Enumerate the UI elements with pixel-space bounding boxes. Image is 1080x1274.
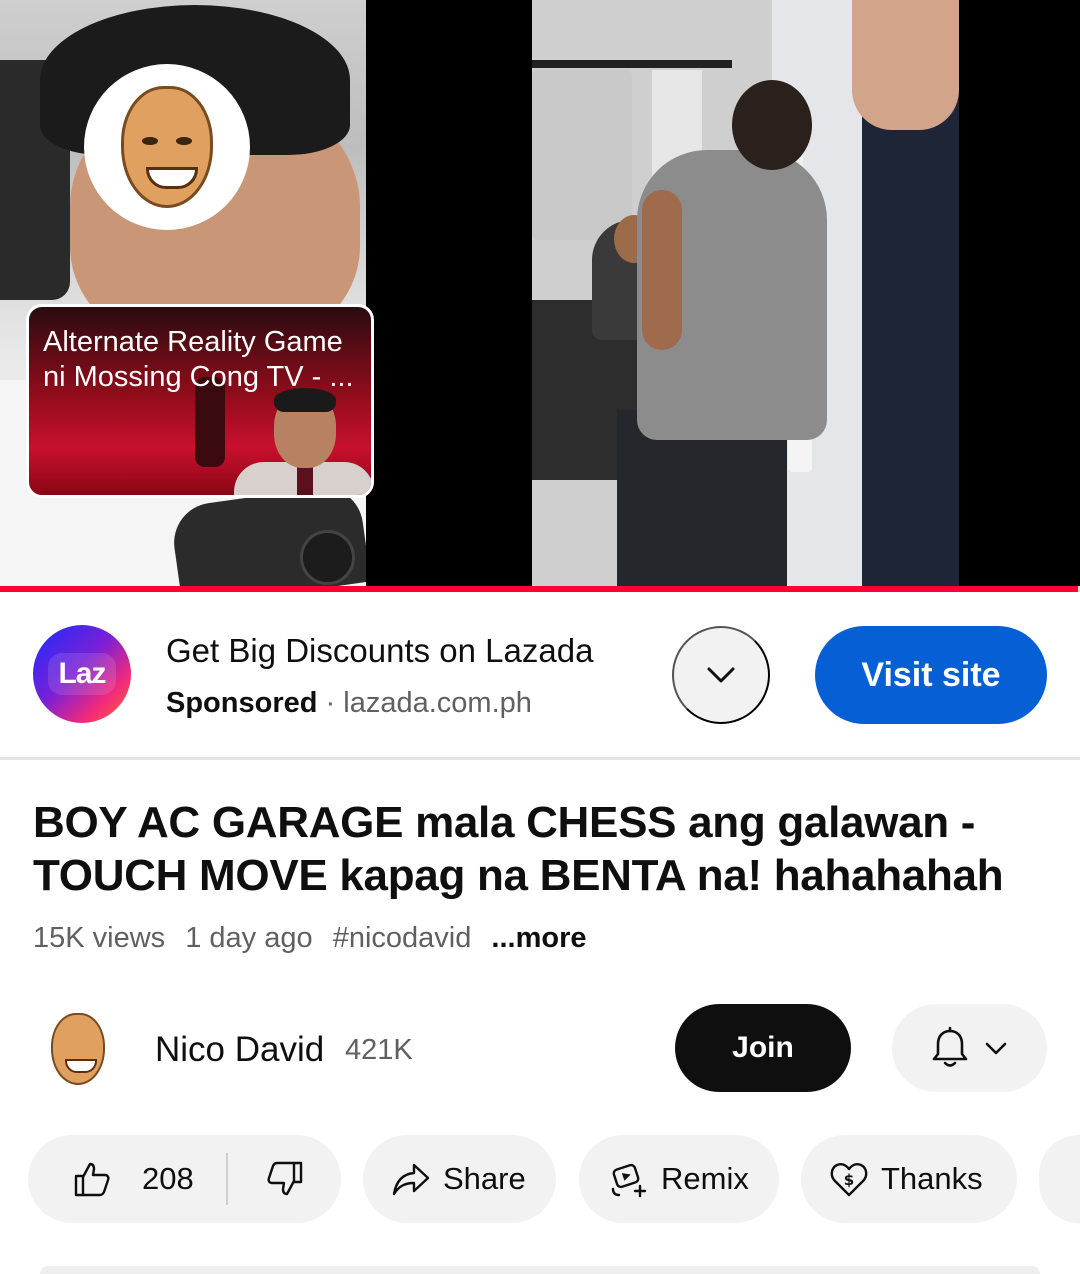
dislike-button[interactable]: [228, 1135, 341, 1223]
advertiser-logo[interactable]: Laz: [33, 625, 131, 723]
more-actions-chip[interactable]: [1039, 1135, 1080, 1223]
advertiser-logo-text: Laz: [48, 653, 116, 695]
svg-text:$: $: [844, 1171, 854, 1189]
channel-watermark-logo[interactable]: [84, 64, 250, 230]
join-button[interactable]: Join: [675, 1004, 851, 1092]
upload-age: 1 day ago: [185, 922, 313, 954]
chevron-down-icon: [707, 667, 735, 683]
thanks-label: Thanks: [881, 1161, 983, 1196]
ad-domain: lazada.com.ph: [343, 687, 532, 719]
thumbs-up-icon: [74, 1162, 110, 1197]
progress-fill: [0, 586, 1078, 592]
like-button[interactable]: 208: [28, 1135, 226, 1223]
share-button[interactable]: Share: [363, 1135, 556, 1223]
section-divider: [0, 757, 1080, 760]
sponsored-label: Sponsored: [166, 687, 318, 719]
more-description-link[interactable]: ...more: [491, 922, 586, 954]
end-card-title: Alternate Reality Game ni Mossing Cong T…: [43, 326, 354, 393]
share-label: Share: [443, 1161, 526, 1196]
view-count: 15K views: [33, 922, 166, 954]
comments-section-edge: [40, 1266, 1040, 1274]
video-scene: [532, 0, 959, 586]
end-screen-video-card[interactable]: Alternate Reality Game ni Mossing Cong T…: [26, 304, 374, 498]
share-arrow-icon: [392, 1163, 430, 1196]
sponsored-ad-row[interactable]: Laz Get Big Discounts on Lazada Sponsore…: [0, 598, 1080, 756]
channel-name[interactable]: Nico David: [155, 1030, 324, 1070]
meta-separator: ·: [325, 687, 336, 719]
chevron-down-icon: [985, 1042, 1006, 1055]
like-dislike-chip: 208: [28, 1135, 341, 1223]
remix-icon: [611, 1163, 647, 1198]
channel-avatar[interactable]: [44, 1010, 112, 1088]
caricature-icon: [121, 86, 213, 208]
notification-settings-button[interactable]: [892, 1004, 1047, 1092]
thumbs-down-icon: [266, 1161, 302, 1196]
remix-label: Remix: [661, 1161, 749, 1196]
visit-site-button[interactable]: Visit site: [815, 626, 1047, 724]
ad-expand-button[interactable]: [672, 626, 770, 724]
hashtag-link[interactable]: #nicodavid: [333, 922, 472, 954]
ad-title[interactable]: Get Big Discounts on Lazada: [166, 632, 593, 670]
heart-dollar-icon: $: [830, 1163, 868, 1197]
subscriber-count: 421K: [345, 1034, 413, 1066]
bell-icon: [932, 1026, 967, 1067]
caricature-icon: [51, 1013, 105, 1085]
like-count: 208: [142, 1161, 194, 1196]
progress-bar[interactable]: [0, 586, 1080, 592]
remix-button[interactable]: Remix: [579, 1135, 779, 1223]
thanks-button[interactable]: $ Thanks: [801, 1135, 1017, 1223]
video-player[interactable]: Alternate Reality Game ni Mossing Cong T…: [0, 0, 1080, 590]
video-title[interactable]: BOY AC GARAGE mala CHESS ang galawan - T…: [33, 796, 1053, 902]
ad-meta: Sponsored · lazada.com.ph: [166, 687, 532, 720]
video-meta[interactable]: 15K views 1 day ago #nicodavid ...more: [33, 922, 599, 955]
